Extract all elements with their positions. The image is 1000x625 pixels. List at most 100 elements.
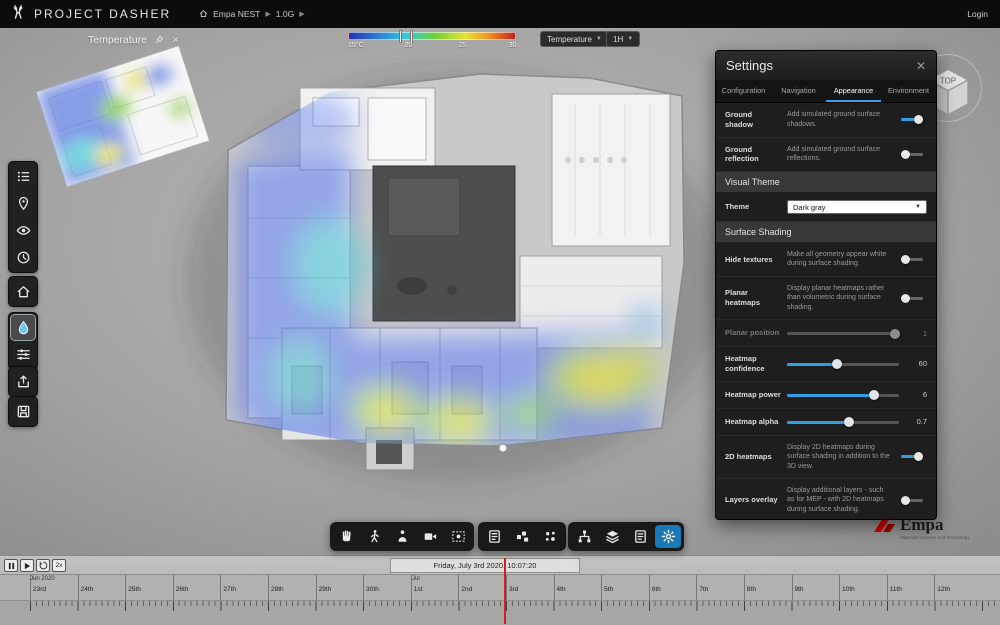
heatmap-alpha-slider[interactable] (787, 416, 899, 428)
levels-sliders-button[interactable] (11, 342, 35, 367)
day-tick: 4th (554, 575, 602, 593)
setting-label: Heatmap alpha (725, 417, 781, 427)
setting-value: 6 (905, 390, 927, 399)
pin-icon[interactable] (155, 35, 164, 46)
setting-row-ground-reflection: Ground reflection Add simulated ground s… (716, 138, 936, 173)
day-tick: 25th (125, 575, 173, 593)
loop-button[interactable] (36, 559, 50, 572)
screenshot-tool[interactable] (445, 525, 471, 548)
pods-tool[interactable] (509, 525, 535, 548)
day-tick: 1st (411, 575, 459, 593)
breadcrumb-project[interactable]: Empa NEST (213, 9, 260, 19)
day-tick: 27th (220, 575, 268, 593)
timeline-panel[interactable]: 2x Friday, July 3rd 2020, 10:07:20 Jun 2… (0, 555, 1000, 625)
empa-tagline: Materials Science and Technology (900, 535, 970, 540)
setting-desc: Display planar heatmaps rather than volu… (787, 284, 891, 312)
home-icon[interactable] (199, 9, 208, 20)
login-button[interactable]: Login (967, 9, 988, 19)
theme-select[interactable]: Dark gray ▼ (787, 200, 927, 214)
breadcrumb-level[interactable]: 1.0G (276, 9, 294, 19)
settings-body[interactable]: Ground shadow Add simulated ground surfa… (716, 103, 936, 519)
project-dasher-app: PROJECT DASHER Empa NEST ▶ 1.0G ▶ Login (0, 0, 1000, 625)
layers-tool[interactable] (599, 525, 625, 548)
history-clock-button[interactable] (11, 245, 35, 270)
timeline-day-ruler[interactable]: Jun 2020 Jul 23rd 24th 25th 26th 27th 28… (0, 574, 1000, 600)
settings-gear-button[interactable] (655, 525, 681, 548)
day-tick: 29th (316, 575, 364, 593)
content-toolbar (478, 522, 566, 551)
first-person-tool[interactable] (389, 525, 415, 548)
setting-desc: Add simulated ground surface reflections… (787, 145, 891, 164)
pan-hand-tool[interactable] (333, 525, 359, 548)
planar-position-slider[interactable] (787, 327, 899, 339)
setting-row-planar-position: Planar position 1 (716, 320, 936, 347)
day-tick: 23rd (30, 575, 78, 593)
visibility-eye-button[interactable] (11, 218, 35, 243)
surface-shading-droplet-button[interactable] (11, 315, 35, 340)
current-datetime-display[interactable]: Friday, July 3rd 2020, 10:07:20 (390, 558, 580, 573)
day-tick: 6th (649, 575, 697, 593)
close-layer-icon[interactable]: ✕ (172, 35, 180, 46)
tab-navigation[interactable]: Navigation (771, 80, 826, 102)
sensor-type-value: Temperature (547, 35, 592, 44)
sheets-tool[interactable] (481, 525, 507, 548)
pause-button[interactable] (4, 559, 18, 572)
heatmap-layer-title: Temperature ✕ (88, 34, 180, 46)
setting-label: 2D heatmaps (725, 452, 781, 462)
speed-button[interactable]: 2x (52, 559, 66, 572)
setting-label: Theme (725, 202, 781, 212)
ground-shadow-toggle[interactable] (901, 115, 923, 125)
report-tool[interactable] (627, 525, 653, 548)
home-view-button[interactable] (11, 279, 35, 304)
chevron-down-icon: ▼ (596, 36, 602, 42)
dasher-deer-logo-icon (10, 4, 26, 25)
setting-label: Heatmap confidence (725, 354, 781, 374)
model-structure-tool[interactable] (571, 525, 597, 548)
layer-title-text: Temperature (88, 34, 147, 46)
tab-appearance[interactable]: Appearance (826, 80, 881, 102)
heatmap-power-slider[interactable] (787, 389, 899, 401)
hide-textures-toggle[interactable] (901, 254, 923, 264)
2d-heatmaps-toggle[interactable] (901, 452, 923, 462)
walk-tool[interactable] (361, 525, 387, 548)
settings-panel: Settings ✕ Configuration Navigation Appe… (715, 50, 937, 520)
viewer-canvas[interactable]: Temperature ✕ 15°C 20 25 30 Temperature … (0, 28, 1000, 555)
breadcrumb: Empa NEST ▶ 1.0G ▶ (199, 9, 304, 20)
timeline-playhead[interactable] (504, 558, 506, 624)
export-group (8, 366, 38, 397)
setting-desc: Display additional layers - such as for … (787, 486, 891, 514)
secondary-floorplan[interactable] (36, 46, 210, 187)
legend-tick: 20 (405, 42, 413, 49)
sensor-type-dropdown[interactable]: Temperature ▼ (540, 31, 609, 47)
interval-dropdown[interactable]: 1H ▼ (606, 31, 640, 47)
play-button[interactable] (20, 559, 34, 572)
setting-label: Ground shadow (725, 110, 781, 130)
tab-environment[interactable]: Environment (881, 80, 936, 102)
export-share-button[interactable] (11, 369, 35, 394)
app-title: PROJECT DASHER (34, 7, 171, 21)
legend-list-button[interactable] (11, 164, 35, 189)
day-tick: 5th (601, 575, 649, 593)
chevron-right-icon: ▶ (265, 10, 270, 18)
ground-reflection-toggle[interactable] (901, 149, 923, 159)
top-bar: PROJECT DASHER Empa NEST ▶ 1.0G ▶ Login (0, 0, 1000, 28)
tab-configuration[interactable]: Configuration (716, 80, 771, 102)
section-visual-theme: Visual Theme (716, 172, 936, 193)
settings-close-icon[interactable]: ✕ (916, 59, 926, 73)
chevron-right-icon: ▶ (299, 10, 304, 18)
settings-header[interactable]: Settings ✕ (716, 51, 936, 80)
save-group (8, 396, 38, 427)
save-state-button[interactable] (11, 399, 35, 424)
navigation-toolbar (330, 522, 474, 551)
timeline-hour-ruler[interactable] (0, 600, 1000, 625)
day-tick: 28th (268, 575, 316, 593)
sensor-pins-button[interactable] (11, 191, 35, 216)
day-tick: 30th (363, 575, 411, 593)
heatmap-confidence-slider[interactable] (787, 358, 899, 370)
setting-row-layers-overlay: Layers overlay Display additional layers… (716, 479, 936, 519)
camera-tool[interactable] (417, 525, 443, 548)
sensor-points-tool[interactable] (537, 525, 563, 548)
layers-overlay-toggle[interactable] (901, 495, 923, 505)
planar-heatmaps-toggle[interactable] (901, 293, 923, 303)
day-tick: 8th (744, 575, 792, 593)
